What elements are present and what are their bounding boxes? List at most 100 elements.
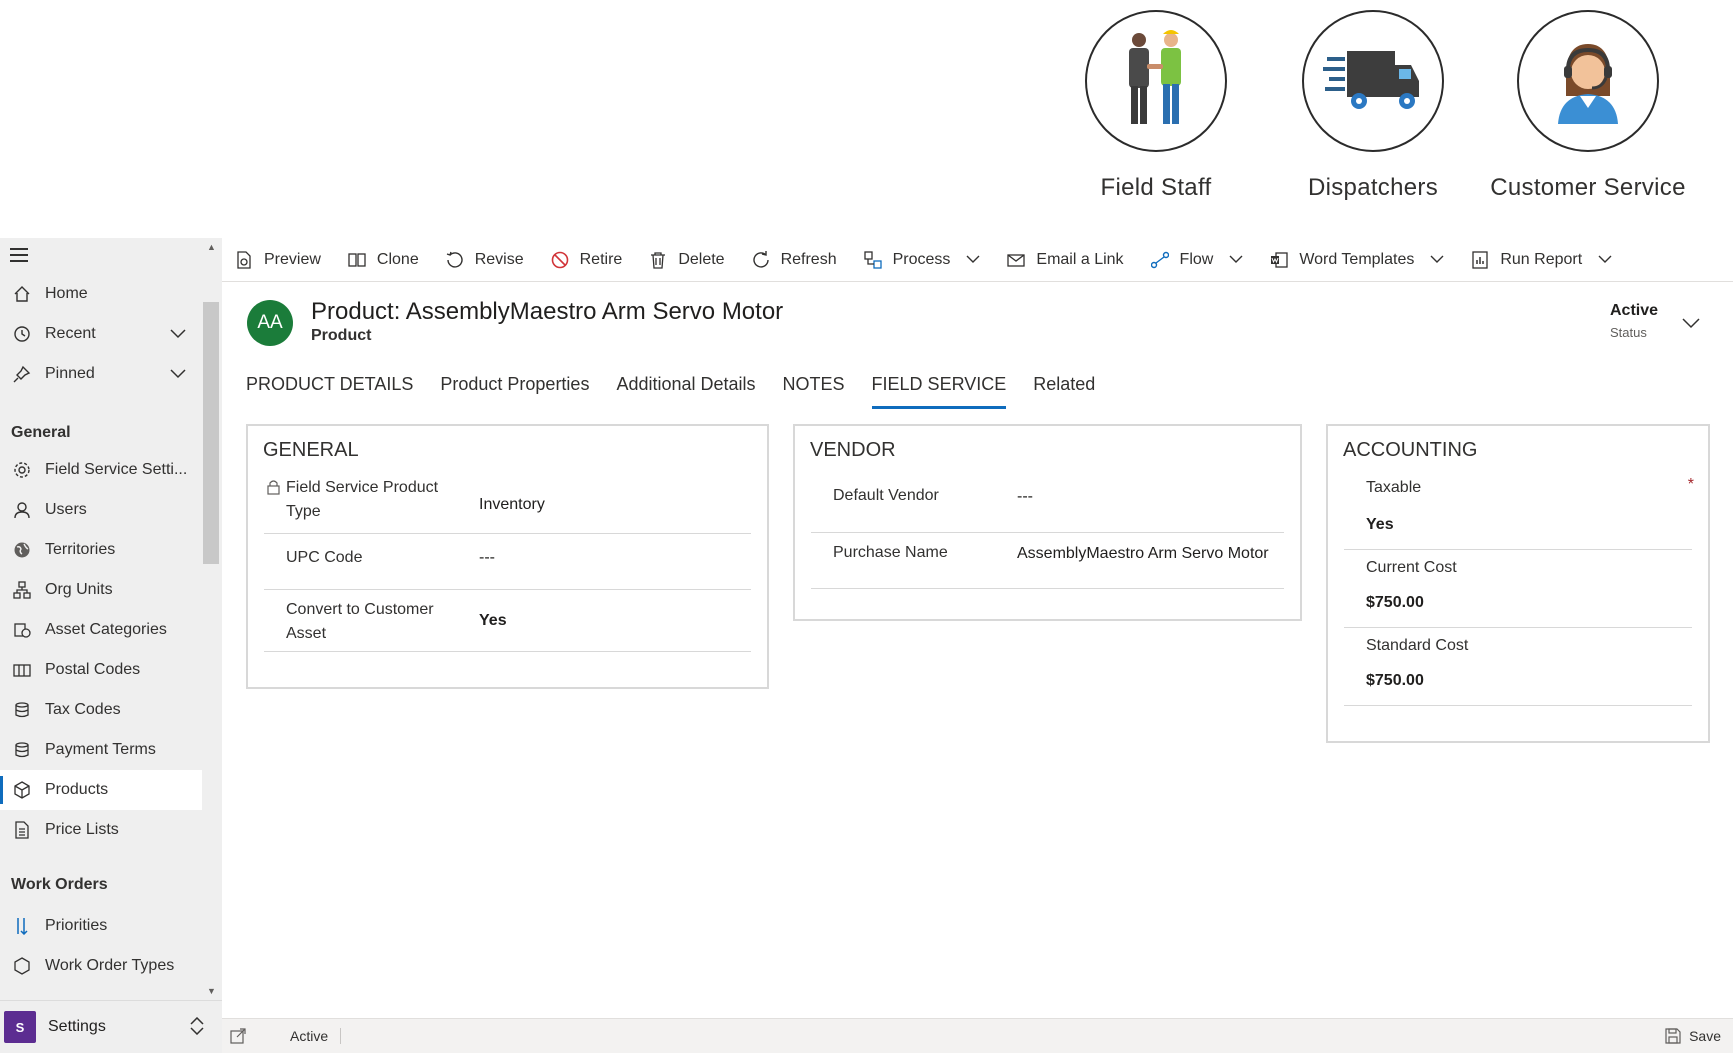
word-templates-label: Word Templates [1299, 250, 1415, 268]
chevron-down-icon[interactable] [1682, 316, 1700, 334]
tab-product-properties[interactable]: Product Properties [440, 374, 589, 406]
database-icon [11, 739, 33, 761]
save-icon [1665, 1028, 1681, 1044]
sidebar-item-territories[interactable]: Territories [0, 530, 202, 570]
handshake-workers-icon [1085, 10, 1227, 152]
revise-label: Revise [474, 250, 524, 268]
sidebar-item-asset-categories[interactable]: Asset Categories [0, 610, 202, 650]
sidebar-item-tax-codes[interactable]: Tax Codes [0, 690, 202, 730]
process-icon [863, 250, 883, 270]
chevron-down-icon[interactable] [1430, 255, 1444, 264]
flow-button[interactable]: Flow [1150, 238, 1244, 282]
status-field[interactable]: Active Status [1610, 302, 1658, 340]
retire-button[interactable]: Retire [550, 238, 623, 282]
run-report-label: Run Report [1500, 250, 1583, 268]
tab-notes[interactable]: NOTES [783, 374, 845, 406]
chevron-down-icon[interactable] [966, 255, 980, 264]
headset-agent-icon [1517, 10, 1659, 152]
preview-icon [234, 250, 254, 270]
save-label: Save [1689, 1028, 1721, 1044]
sidebar-item-field-service-settings[interactable]: Field Service Setti... [0, 450, 202, 490]
email-icon [1006, 250, 1026, 270]
sidebar-item-priorities[interactable]: Priorities [0, 906, 202, 946]
sidebar-item-label: Tax Codes [45, 701, 121, 718]
field-label: Field Service Product Type [286, 479, 439, 520]
save-button[interactable]: Save [1665, 1028, 1721, 1044]
record-avatar: AA [247, 300, 293, 346]
record-title: Product: AssemblyMaestro Arm Servo Motor [311, 298, 784, 325]
email-a-link-button[interactable]: Email a Link [1006, 238, 1124, 282]
sidebar-item-payment-terms[interactable]: Payment Terms [0, 730, 202, 770]
persona-field-staff: Field Staff [1051, 10, 1261, 202]
field-value[interactable]: Inventory [479, 496, 545, 514]
field-label: Convert to Customer Asset [286, 601, 434, 642]
sidebar-item-home[interactable]: Home [0, 274, 202, 314]
scroll-up-icon[interactable]: ▲ [207, 242, 216, 252]
preview-label: Preview [264, 250, 321, 268]
process-button[interactable]: Process [863, 238, 981, 282]
chevron-up-down-icon[interactable] [190, 1016, 204, 1040]
pin-icon [11, 363, 33, 385]
persona-label: Dispatchers [1307, 174, 1438, 201]
field-value[interactable]: --- [479, 549, 495, 567]
area-switcher[interactable]: S Settings [0, 1000, 222, 1053]
revise-button[interactable]: Revise [445, 238, 524, 282]
word-templates-button[interactable]: Word Templates [1269, 238, 1444, 282]
field-value[interactable]: --- [1017, 488, 1033, 506]
upc-code-field: UPC Code --- [264, 534, 751, 590]
field-value[interactable]: AssemblyMaestro Arm Servo Motor [1017, 545, 1269, 563]
general-section: GENERAL Field Service Product Type Inven… [246, 424, 769, 689]
taxable-field: Taxable * Yes [1344, 476, 1694, 550]
refresh-icon [751, 250, 771, 270]
sidebar-item-price-lists[interactable]: Price Lists [0, 810, 202, 850]
accounting-section: ACCOUNTING Taxable * Yes Current Cost $7… [1326, 424, 1710, 743]
scroll-down-icon[interactable]: ▼ [207, 986, 216, 996]
sidebar-item-label: Work Order Types [45, 957, 175, 974]
sidebar-item-org-units[interactable]: Org Units [0, 570, 202, 610]
field-value[interactable]: Yes [479, 612, 507, 630]
open-in-new-window-icon[interactable] [230, 1027, 248, 1045]
refresh-button[interactable]: Refresh [751, 238, 837, 282]
tab-related[interactable]: Related [1033, 374, 1095, 406]
section-title: GENERAL [263, 439, 359, 461]
sidebar-item-label: Field Service Setti... [45, 461, 188, 478]
hamburger-menu-icon[interactable] [0, 238, 202, 274]
retire-icon [550, 250, 570, 270]
sidebar-section-work-orders: Work Orders [11, 876, 108, 893]
chevron-down-icon[interactable] [1598, 255, 1612, 264]
process-label: Process [892, 250, 951, 268]
clone-button[interactable]: Clone [347, 238, 419, 282]
field-value[interactable]: $750.00 [1366, 672, 1424, 690]
chevron-down-icon[interactable] [170, 326, 186, 344]
sidebar-item-label: Payment Terms [45, 741, 156, 758]
run-report-button[interactable]: Run Report [1470, 238, 1612, 282]
sidebar-item-work-order-types[interactable]: Work Order Types [0, 946, 202, 986]
persona-label: Field Staff [1100, 174, 1212, 201]
chevron-down-icon[interactable] [170, 366, 186, 384]
sidebar-scrollbar[interactable]: ▲ ▼ [203, 238, 219, 1000]
field-value[interactable]: $750.00 [1366, 594, 1424, 612]
retire-label: Retire [579, 250, 623, 268]
sidebar-item-recent[interactable]: Recent [0, 314, 202, 354]
preview-button[interactable]: Preview [234, 238, 321, 282]
chevron-down-icon[interactable] [1229, 255, 1243, 264]
box-icon [11, 955, 33, 977]
sidebar-item-pinned[interactable]: Pinned [0, 354, 202, 394]
sidebar-item-label: Price Lists [45, 821, 119, 838]
delete-button[interactable]: Delete [648, 238, 725, 282]
tab-field-service[interactable]: FIELD SERVICE [871, 374, 1006, 409]
sidebar-item-postal-codes[interactable]: Postal Codes [0, 650, 202, 690]
sidebar-item-label: Home [45, 285, 88, 302]
current-cost-field: Current Cost $750.00 [1344, 550, 1692, 628]
sidebar-item-label: Products [45, 781, 109, 798]
sidebar-item-products[interactable]: Products [0, 770, 202, 810]
box-icon [11, 779, 33, 801]
tab-product-details[interactable]: PRODUCT DETAILS [246, 374, 413, 406]
word-icon [1269, 250, 1289, 270]
sidebar-item-label: Recent [45, 325, 96, 342]
field-value[interactable]: Yes [1366, 516, 1394, 534]
sidebar-item-users[interactable]: Users [0, 490, 202, 530]
scrollbar-thumb[interactable] [203, 302, 219, 564]
tab-additional-details[interactable]: Additional Details [616, 374, 755, 406]
priority-icon [11, 915, 33, 937]
